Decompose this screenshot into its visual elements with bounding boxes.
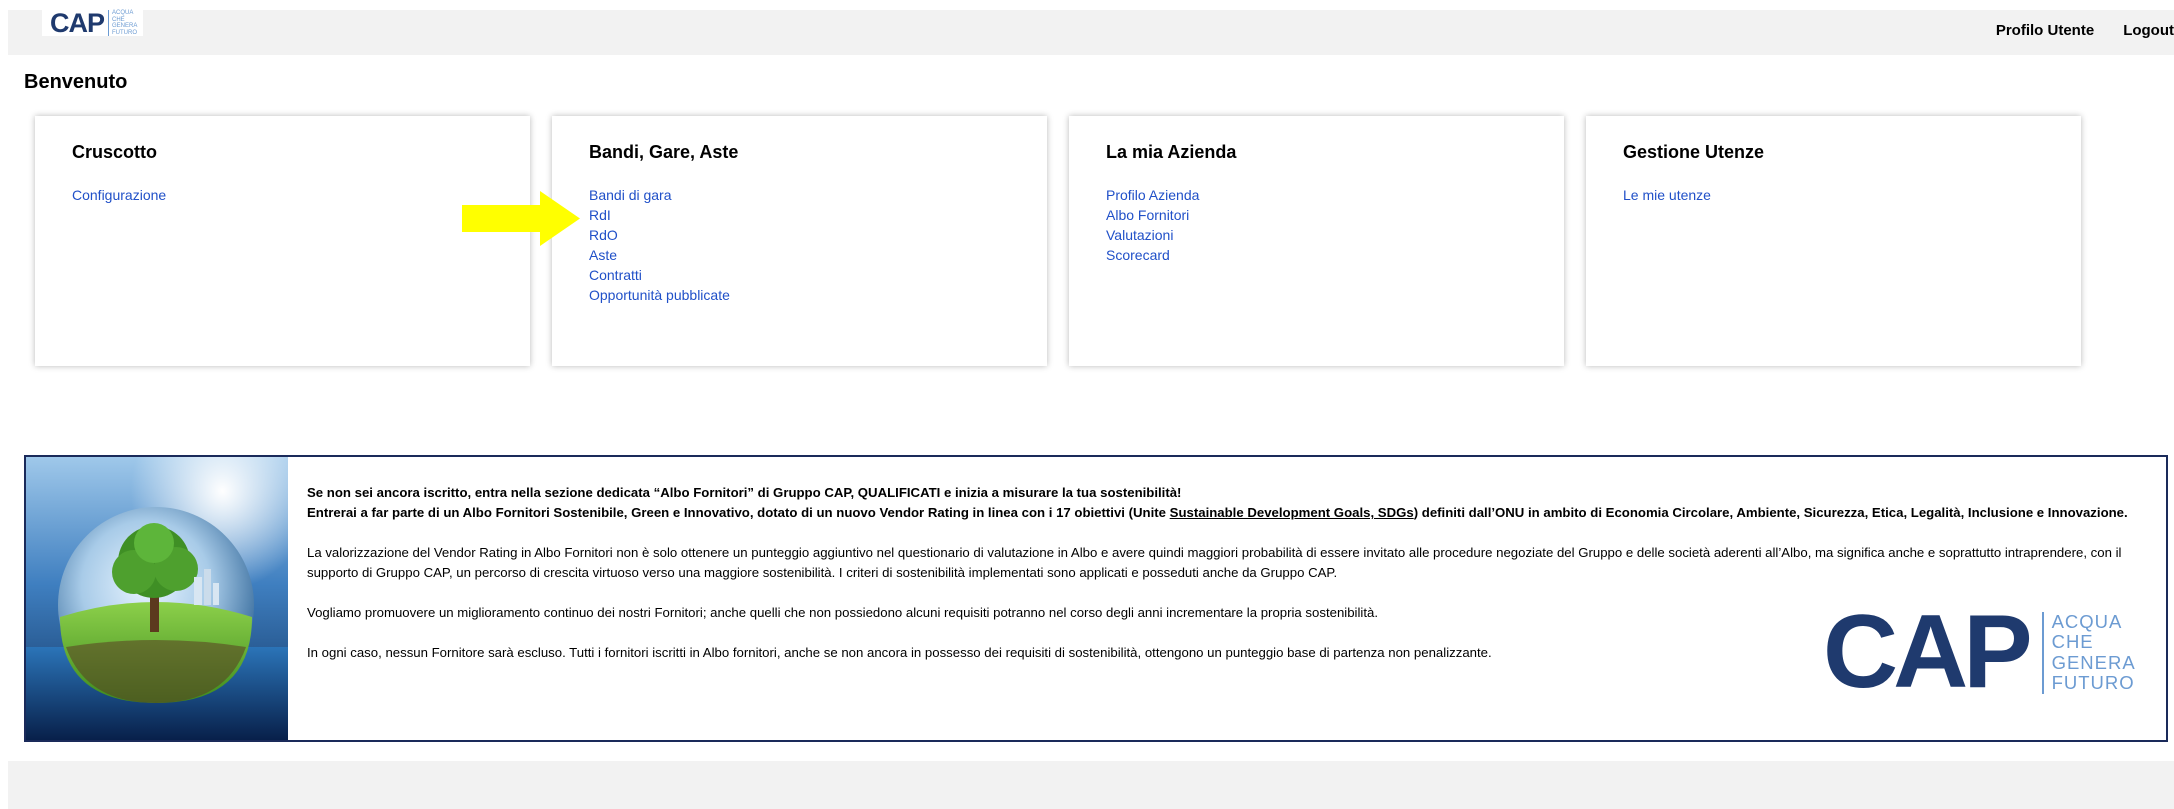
logo-tagline: ACQUA CHE GENERA FUTURO xyxy=(108,10,137,36)
sdgs-link[interactable]: Sustainable Development Goals, SDGs xyxy=(1170,505,1414,520)
link-valutazioni[interactable]: Valutazioni xyxy=(1106,227,1173,243)
banner-subheadline-pre: Entrerai a far parte di un Albo Fornitor… xyxy=(307,505,1170,520)
card-links: Profilo Azienda Albo Fornitori Valutazio… xyxy=(1106,185,1199,265)
card-gestione-utenze: Gestione Utenze Le mie utenze xyxy=(1586,116,2081,366)
link-aste[interactable]: Aste xyxy=(589,247,617,263)
link-albo-fornitori[interactable]: Albo Fornitori xyxy=(1106,207,1189,223)
banner-headline: Se non sei ancora iscritto, entra nella … xyxy=(307,485,1182,500)
cap-logo[interactable]: CAP ACQUA CHE GENERA FUTURO xyxy=(42,8,144,38)
sustainability-banner: Se non sei ancora iscritto, entra nella … xyxy=(24,455,2168,742)
top-bar: CAP ACQUA CHE GENERA FUTURO Profilo Uten… xyxy=(8,10,2174,55)
logout-link[interactable]: Logout xyxy=(2123,22,2174,39)
link-profilo-azienda[interactable]: Profilo Azienda xyxy=(1106,187,1199,203)
banner-paragraph-vendor-rating: La valorizzazione del Vendor Rating in A… xyxy=(307,545,2122,580)
top-nav: Profilo Utente Logout xyxy=(1967,22,2174,39)
footer-bar xyxy=(8,761,2174,809)
earth-tree-image xyxy=(26,457,288,740)
card-links: Configurazione xyxy=(72,185,166,205)
logo-text: CAP xyxy=(1823,594,2033,710)
card-title: Gestione Utenze xyxy=(1623,142,1765,162)
card-la-mia-azienda: La mia Azienda Profilo Azienda Albo Forn… xyxy=(1069,116,1564,366)
card-title: Cruscotto xyxy=(72,142,157,162)
link-le-mie-utenze[interactable]: Le mie utenze xyxy=(1623,187,1711,203)
link-rdi[interactable]: RdI xyxy=(589,207,611,223)
card-links: Bandi di gara RdI RdO Aste Contratti Opp… xyxy=(589,185,730,305)
yellow-arrow-icon xyxy=(462,191,580,246)
cap-logo-large: CAP ACQUA CHE GENERA FUTURO xyxy=(1823,594,2136,710)
link-contratti[interactable]: Contratti xyxy=(589,267,642,283)
link-scorecard[interactable]: Scorecard xyxy=(1106,247,1170,263)
logo-text: CAP xyxy=(50,8,105,38)
banner-subheadline-post: ) definiti dall’ONU in ambito di Economi… xyxy=(1413,505,2128,520)
card-title: Bandi, Gare, Aste xyxy=(589,142,739,162)
link-bandi-di-gara[interactable]: Bandi di gara xyxy=(589,187,672,203)
card-title: La mia Azienda xyxy=(1106,142,1237,162)
card-links: Le mie utenze xyxy=(1623,185,1711,205)
page-title: Benvenuto xyxy=(24,71,128,93)
profile-link[interactable]: Profilo Utente xyxy=(1996,22,2094,39)
card-cruscotto: Cruscotto Configurazione xyxy=(35,116,530,366)
link-opportunita-pubblicate[interactable]: Opportunità pubblicate xyxy=(589,287,730,303)
link-configurazione[interactable]: Configurazione xyxy=(72,187,166,203)
card-bandi-gare-aste: Bandi, Gare, Aste Bandi di gara RdI RdO … xyxy=(552,116,1047,366)
logo-tagline: ACQUA CHE GENERA FUTURO xyxy=(2041,611,2136,694)
link-rdo[interactable]: RdO xyxy=(589,227,618,243)
